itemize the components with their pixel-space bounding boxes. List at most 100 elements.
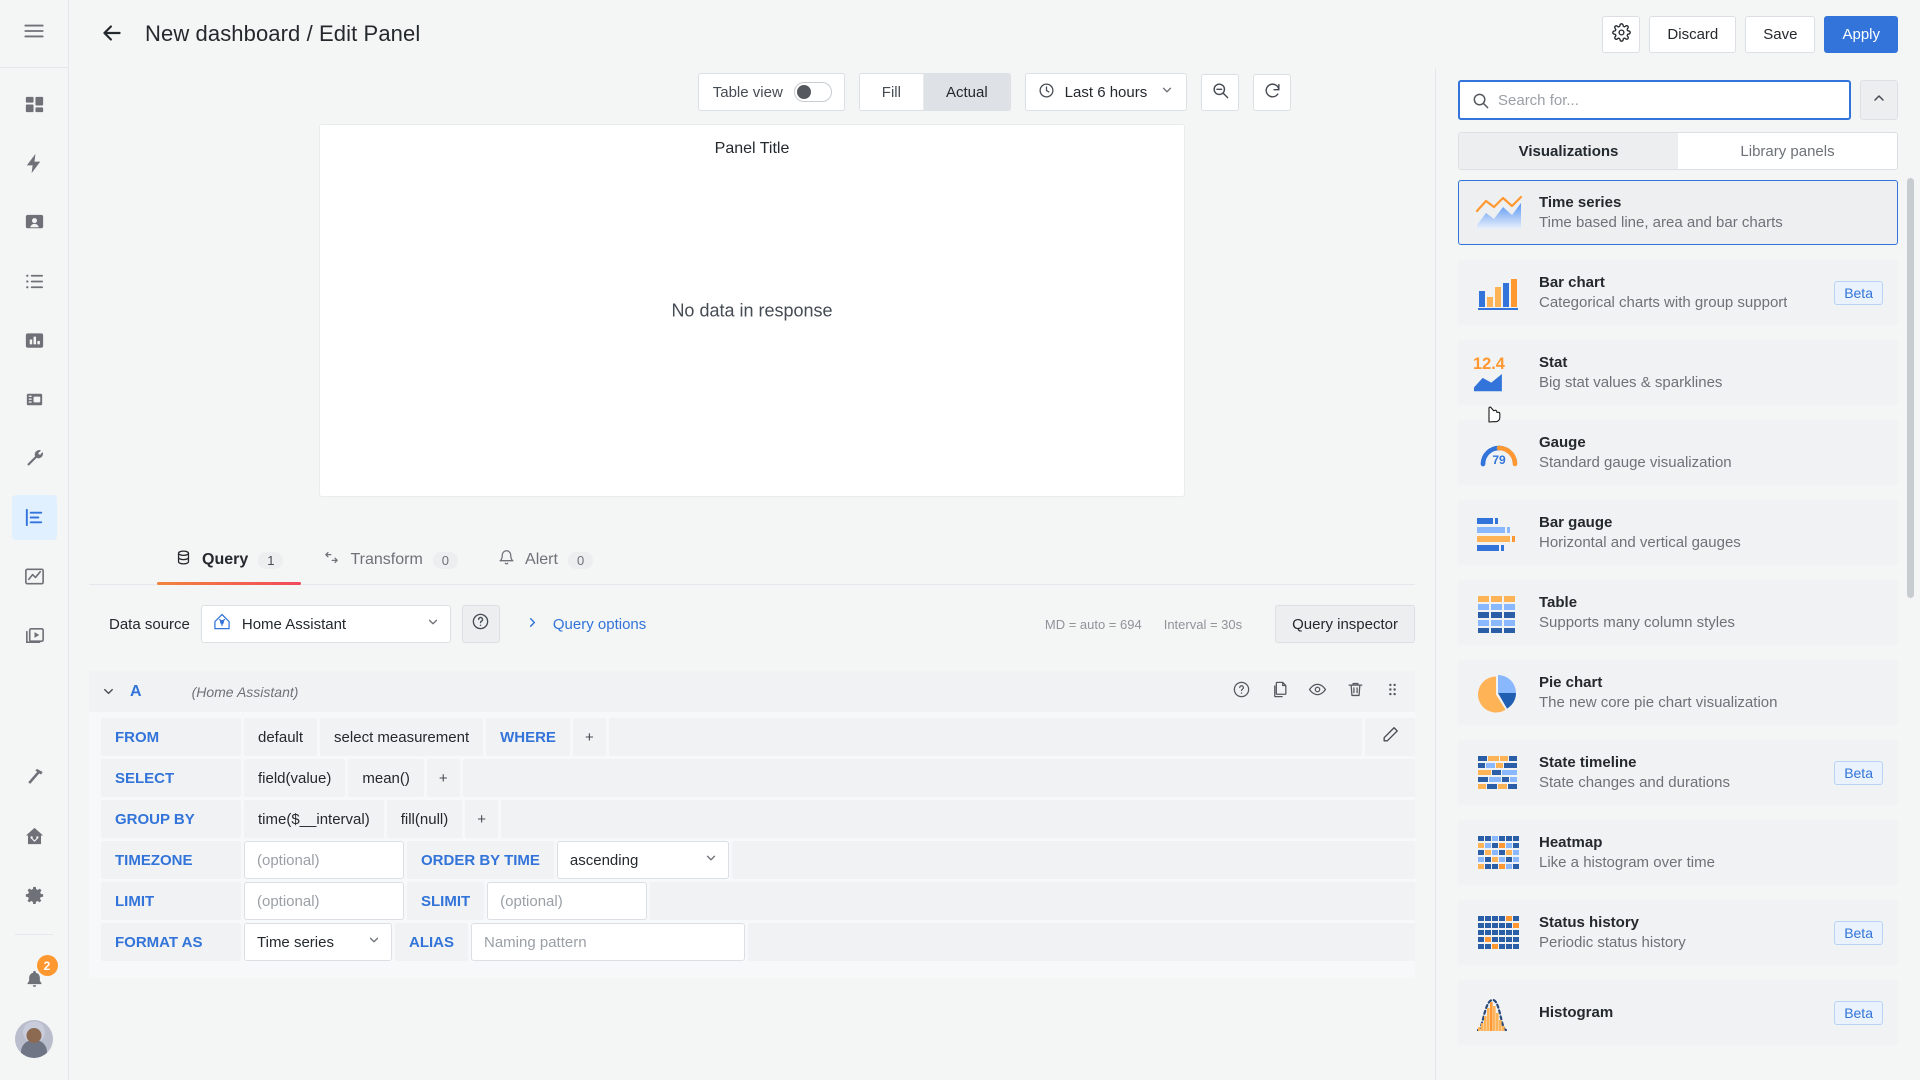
viz-list-scrollbar[interactable] [1907, 178, 1914, 598]
from-policy[interactable]: default [244, 718, 317, 756]
group-by-time[interactable]: time($__interval) [244, 800, 384, 838]
query-meta: MD = auto = 694 Interval = 30s [1045, 617, 1242, 632]
zoom-out-button[interactable] [1201, 74, 1239, 111]
viz-option-status-history[interactable]: Status history Periodic status history B… [1458, 900, 1898, 965]
panel-preview: Panel Title No data in response [319, 124, 1185, 497]
viz-option-text: Bar chart Categorical charts with group … [1539, 274, 1787, 311]
viz-option-stat[interactable]: 12.4 Stat Big stat values & sparklines [1458, 340, 1898, 405]
tab-alert-label: Alert [525, 551, 558, 569]
visualization-list[interactable]: Time series Time based line, area and ba… [1436, 170, 1920, 1080]
dashboards-icon [23, 93, 46, 116]
tab-library-panels[interactable]: Library panels [1678, 133, 1897, 169]
select-label: SELECT [101, 759, 241, 797]
avatar[interactable] [15, 1020, 53, 1058]
sidebar-item-logs[interactable] [12, 495, 57, 540]
query-inspector-button[interactable]: Query inspector [1275, 605, 1415, 643]
format-as-select[interactable]: Time series [244, 923, 392, 961]
sidebar-item-settings[interactable] [12, 873, 57, 918]
refresh-button[interactable] [1253, 74, 1291, 111]
panel-settings-button[interactable] [1602, 16, 1640, 53]
chevron-down-icon [426, 615, 440, 633]
search-field-wrapper[interactable] [1458, 80, 1851, 120]
alias-input[interactable] [471, 923, 745, 961]
apply-button[interactable]: Apply [1824, 16, 1898, 53]
viz-option-gauge[interactable]: 79 Gauge Standard gauge visualization [1458, 420, 1898, 485]
group-by-fill[interactable]: fill(null) [387, 800, 463, 838]
viz-option-table[interactable]: Table Supports many column styles [1458, 580, 1898, 645]
fill-option[interactable]: Fill [860, 74, 924, 110]
sidebar-item-reporting[interactable] [12, 318, 57, 363]
sidebar-item-media[interactable] [12, 613, 57, 658]
chevron-right-icon [525, 615, 540, 634]
sidebar-item-developer-tools[interactable] [12, 755, 57, 800]
sidebar-item-notifications[interactable]: 2 [12, 957, 57, 1002]
beta-badge: Beta [1834, 921, 1883, 945]
viz-option-text: Gauge Standard gauge visualization [1539, 434, 1732, 471]
sidebar-item-trends[interactable] [12, 554, 57, 599]
select-field[interactable]: field(value) [244, 759, 345, 797]
viz-option-description: Categorical charts with group support [1539, 294, 1787, 311]
datasource-picker[interactable]: Home Assistant [201, 605, 451, 643]
viz-option-text: Status history Periodic status history [1539, 914, 1686, 951]
tab-query[interactable]: Query 1 [157, 549, 301, 584]
group-by-add-button[interactable]: + [465, 800, 498, 838]
collapse-query-icon[interactable] [101, 684, 116, 699]
viz-option-pie-chart[interactable]: Pie chart The new core pie chart visuali… [1458, 660, 1898, 725]
search-input[interactable] [1460, 82, 1849, 118]
delete-icon[interactable] [1346, 680, 1365, 704]
table-view-switch[interactable] [794, 82, 832, 102]
hide-icon[interactable] [1308, 680, 1327, 704]
query-datasource-name: (Home Assistant) [192, 684, 299, 700]
query-row-from: FROM default select measurement WHERE + [101, 718, 1415, 756]
order-by-time-label: ORDER BY TIME [407, 841, 554, 879]
time-range-picker[interactable]: Last 6 hours [1025, 73, 1188, 111]
discard-button[interactable]: Discard [1649, 16, 1736, 53]
viz-option-histogram[interactable]: Histogram Beta [1458, 980, 1898, 1045]
table-view-toggle[interactable]: Table view [698, 73, 845, 111]
viz-option-state-timeline[interactable]: State timeline State changes and duratio… [1458, 740, 1898, 805]
limit-label: LIMIT [101, 882, 241, 920]
sidebar-item-dashboards[interactable] [12, 82, 57, 127]
back-button[interactable] [95, 17, 129, 51]
toggle-text-edit-mode-button[interactable] [1365, 718, 1415, 756]
from-measurement[interactable]: select measurement [320, 718, 483, 756]
viz-option-bar-gauge[interactable]: Bar gauge Horizontal and vertical gauges [1458, 500, 1898, 565]
limit-input[interactable] [244, 882, 404, 920]
viz-option-text: Pie chart The new core pie chart visuali… [1539, 674, 1777, 711]
nav-menu-toggle[interactable] [0, 0, 68, 68]
sidebar-item-configuration[interactable] [12, 436, 57, 481]
sidebar-item-servers[interactable] [12, 377, 57, 422]
viz-option-time-series[interactable]: Time series Time based line, area and ba… [1458, 180, 1898, 245]
help-icon[interactable] [1232, 680, 1251, 704]
tab-visualizations[interactable]: Visualizations [1459, 133, 1678, 169]
duplicate-icon[interactable] [1270, 680, 1289, 704]
viz-option-heatmap[interactable]: Heatmap Like a histogram over time [1458, 820, 1898, 885]
actual-option[interactable]: Actual [924, 74, 1010, 110]
select-add-button[interactable]: + [427, 759, 460, 797]
sidebar-item-home-assistant[interactable] [12, 814, 57, 859]
order-by-time-select[interactable]: ascending [557, 841, 729, 879]
slimit-input[interactable] [487, 882, 647, 920]
panel-no-data-message: No data in response [320, 300, 1184, 321]
drag-handle-icon[interactable] [1384, 681, 1401, 703]
viz-option-bar-chart[interactable]: Bar chart Categorical charts with group … [1458, 260, 1898, 325]
save-button[interactable]: Save [1745, 16, 1815, 53]
tab-alert[interactable]: Alert 0 [480, 549, 611, 584]
beta-badge: Beta [1834, 281, 1883, 305]
sidebar-item-playlists[interactable] [12, 259, 57, 304]
viz-option-name: Time series [1539, 194, 1783, 211]
viz-option-description: The new core pie chart visualization [1539, 694, 1777, 711]
database-icon [175, 549, 192, 571]
tab-transform[interactable]: Transform 0 [305, 549, 476, 584]
datasource-help-button[interactable] [462, 605, 500, 643]
sidebar-item-explore[interactable] [12, 141, 57, 186]
where-add-button[interactable]: + [573, 718, 606, 756]
select-function[interactable]: mean() [348, 759, 424, 797]
viz-option-name: Gauge [1539, 434, 1732, 451]
query-ref-id[interactable]: A [130, 683, 142, 701]
where-label[interactable]: WHERE [486, 718, 570, 756]
query-options-toggle[interactable]: Query options [525, 615, 646, 634]
sidebar-item-profile[interactable] [12, 200, 57, 245]
collapse-options-pane-button[interactable] [1860, 80, 1898, 120]
timezone-input[interactable] [244, 841, 404, 879]
